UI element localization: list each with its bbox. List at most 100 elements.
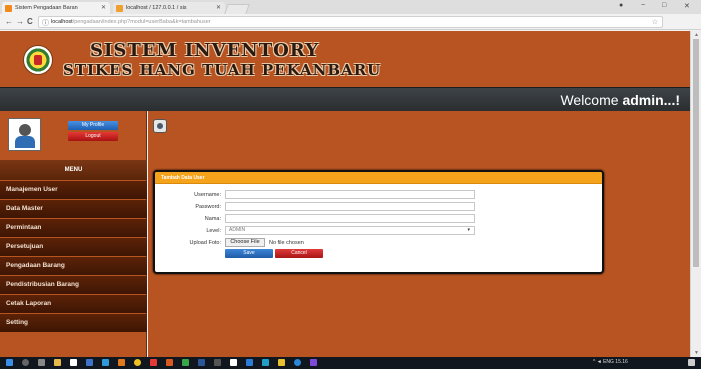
- user-avatar-icon: [8, 118, 41, 151]
- level-selected-value: ADMIN: [229, 227, 246, 233]
- tab-close-icon[interactable]: ✕: [216, 4, 221, 11]
- site-subtitle: STIKES HANG TUAH PEKANBARU: [63, 61, 382, 79]
- save-button[interactable]: Save: [225, 249, 273, 258]
- level-row: Level: ADMIN ▾: [155, 226, 602, 236]
- panel-title: Tambah Data User: [155, 172, 602, 184]
- close-window-icon[interactable]: ✕: [684, 2, 690, 10]
- app-icon[interactable]: [214, 359, 221, 366]
- sidebar-item-persetujuan[interactable]: Persetujuan: [0, 238, 147, 256]
- app-icon[interactable]: [246, 359, 253, 366]
- search-icon[interactable]: [22, 359, 29, 366]
- forward-arrow-icon[interactable]: →: [16, 17, 24, 27]
- password-input[interactable]: [225, 202, 475, 211]
- sidebar: My Profile Logout MENU Manajemen User Da…: [0, 111, 147, 357]
- app-icon[interactable]: [118, 359, 125, 366]
- sidebar-menu: Manajemen User Data Master Permintaan Pe…: [0, 181, 147, 333]
- add-user-form-panel: Tambah Data User Username: Password: Nam…: [153, 170, 604, 274]
- profile-icon[interactable]: ●: [619, 2, 623, 9]
- chevron-down-icon: ▾: [467, 227, 470, 233]
- app-icon[interactable]: [102, 359, 109, 366]
- nama-row: Nama:: [155, 214, 602, 224]
- app-icon[interactable]: [278, 359, 285, 366]
- bookmark-star-icon[interactable]: ☆: [652, 18, 658, 26]
- username-row: Username:: [155, 190, 602, 200]
- form-actions: Save Cancel: [155, 249, 602, 259]
- app-icon[interactable]: [182, 359, 189, 366]
- new-tab-button[interactable]: [224, 4, 250, 14]
- welcome-message: Welcome admin...!: [560, 92, 680, 108]
- back-arrow-icon[interactable]: ←: [5, 17, 13, 27]
- app-favicon-icon: [5, 4, 12, 12]
- nama-input[interactable]: [225, 214, 475, 223]
- os-taskbar: ^ ◄ ENG 15.16: [0, 357, 701, 369]
- task-view-icon[interactable]: [38, 359, 45, 366]
- level-select[interactable]: ADMIN ▾: [225, 226, 475, 235]
- nama-label: Nama:: [204, 216, 221, 222]
- upload-label: Upload Foto:: [189, 240, 222, 246]
- home-icon[interactable]: [153, 119, 167, 133]
- windows-start-icon[interactable]: [6, 359, 13, 366]
- file-explorer-icon[interactable]: [54, 359, 61, 366]
- maximize-icon[interactable]: □: [662, 2, 666, 9]
- store-icon[interactable]: [70, 359, 77, 366]
- app-icon[interactable]: [230, 359, 237, 366]
- sidebar-item-setting[interactable]: Setting: [0, 314, 147, 332]
- sidebar-item-cetak-laporan[interactable]: Cetak Laporan: [0, 295, 147, 313]
- notification-icon[interactable]: [688, 359, 695, 366]
- sidebar-item-manajemen-user[interactable]: Manajemen User: [0, 181, 147, 199]
- sidebar-item-permintaan[interactable]: Permintaan: [0, 219, 147, 237]
- welcome-bar: Welcome admin...!: [0, 87, 690, 111]
- profile-box: My Profile Logout: [8, 118, 138, 154]
- main-content: Tambah Data User Username: Password: Nam…: [148, 111, 690, 357]
- app-icon[interactable]: [150, 359, 157, 366]
- choose-file-button[interactable]: Choose File: [225, 238, 265, 247]
- username-label: Username:: [194, 192, 221, 198]
- welcome-user: admin...!: [622, 92, 680, 108]
- file-name-text: No file chosen: [269, 240, 304, 246]
- sidebar-item-data-master[interactable]: Data Master: [0, 200, 147, 218]
- sidebar-item-pengadaan-barang[interactable]: Pengadaan Barang: [0, 257, 147, 275]
- minimize-icon[interactable]: −: [641, 2, 645, 9]
- chrome-icon[interactable]: [134, 359, 141, 366]
- mail-icon[interactable]: [86, 359, 93, 366]
- browser-tab-strip: Sistem Pengadaan Baran ✕ localhost / 127…: [0, 0, 701, 14]
- app-icon[interactable]: [198, 359, 205, 366]
- upload-row: Upload Foto: Choose File No file chosen: [155, 238, 602, 248]
- cancel-button[interactable]: Cancel: [275, 249, 323, 258]
- app-icon[interactable]: [310, 359, 317, 366]
- avatar-head: [19, 124, 31, 136]
- sidebar-item-pendistribusian-barang[interactable]: Pendistribusian Barang: [0, 276, 147, 294]
- url-path: /pengadaan/index.php?modul=userBaba&k=ta…: [72, 19, 211, 25]
- tab-phpmyadmin[interactable]: localhost / 127.0.0.1 / sis ✕: [113, 2, 225, 14]
- app-icon[interactable]: [166, 359, 173, 366]
- stikes-logo: [23, 45, 53, 75]
- page-scrollbar[interactable]: ▲ ▼: [690, 31, 701, 357]
- address-toolbar: ← → C ⓘ localhost/pengadaan/index.php?mo…: [0, 14, 701, 38]
- phpmyadmin-favicon-icon: [116, 4, 123, 12]
- my-profile-button[interactable]: My Profile: [68, 121, 118, 130]
- web-page: SISTEM INVENTORY STIKES HANG TUAH PEKANB…: [0, 31, 690, 357]
- tab-title: localhost / 127.0.0.1 / sis: [126, 5, 187, 11]
- url-input[interactable]: ⓘ localhost/pengadaan/index.php?modul=us…: [38, 16, 663, 28]
- url-host: localhost: [51, 19, 73, 25]
- scroll-up-icon[interactable]: ▲: [694, 32, 699, 38]
- password-row: Password:: [155, 202, 602, 212]
- scroll-thumb[interactable]: [693, 39, 699, 267]
- app-icon[interactable]: [262, 359, 269, 366]
- tab-sistem-pengadaan[interactable]: Sistem Pengadaan Baran ✕: [2, 2, 110, 14]
- scroll-down-icon[interactable]: ▼: [694, 350, 699, 356]
- site-info-icon[interactable]: ⓘ: [42, 18, 49, 28]
- avatar-body: [15, 136, 35, 148]
- system-tray-text[interactable]: ^ ◄ ENG 15.16: [593, 359, 628, 365]
- welcome-prefix: Welcome: [560, 92, 623, 108]
- level-label: Level:: [206, 228, 221, 234]
- tab-title: Sistem Pengadaan Baran: [15, 5, 78, 11]
- username-input[interactable]: [225, 190, 475, 199]
- password-label: Password:: [195, 204, 221, 210]
- app-icon[interactable]: [294, 359, 301, 366]
- logout-button[interactable]: Logout: [68, 132, 118, 141]
- tab-close-icon[interactable]: ✕: [101, 4, 106, 11]
- site-header: SISTEM INVENTORY STIKES HANG TUAH PEKANB…: [0, 31, 690, 87]
- reload-icon[interactable]: C: [27, 17, 33, 27]
- site-title: SISTEM INVENTORY: [90, 40, 320, 61]
